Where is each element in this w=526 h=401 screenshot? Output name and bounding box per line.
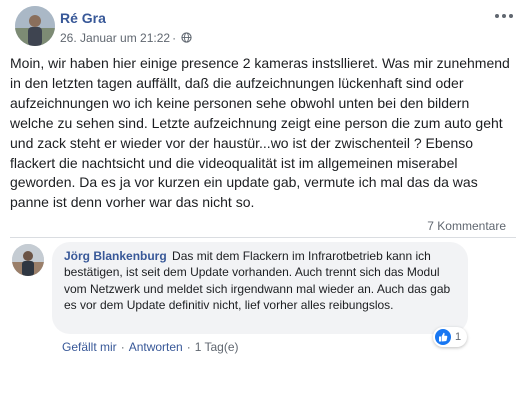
post-text: Moin, wir haben hier einige presence 2 k… <box>10 55 510 211</box>
divider <box>10 237 516 238</box>
post-date[interactable]: 26. Januar um 21:22 <box>60 31 170 45</box>
post-author-name[interactable]: Ré Gra <box>60 10 106 26</box>
comment-count-link[interactable]: 7 Kommentare <box>427 219 506 233</box>
commenter-name[interactable]: Jörg Blankenburg <box>64 249 167 263</box>
post-timestamp[interactable]: 26. Januar um 21:22 · <box>60 31 192 45</box>
like-reaction-icon <box>435 329 451 345</box>
more-options-icon[interactable] <box>493 8 515 24</box>
comment-bubble: Jörg Blankenburg Das mit dem Flackern im… <box>52 242 468 334</box>
post-header: Ré Gra 26. Januar um 21:22 · <box>15 6 515 46</box>
reaction-count: 1 <box>455 331 462 343</box>
date-separator: · <box>172 31 177 45</box>
like-link[interactable]: Gefällt mir <box>62 340 117 354</box>
comment-time[interactable]: 1 Tag(e) <box>195 340 239 354</box>
reaction-count-badge[interactable]: 1 <box>433 327 468 347</box>
reply-link[interactable]: Antworten <box>129 340 183 354</box>
action-separator: · <box>186 340 191 354</box>
globe-icon <box>181 32 192 43</box>
comment-actions: Gefällt mir · Antworten · 1 Tag(e) <box>62 340 239 354</box>
author-avatar[interactable] <box>15 6 55 46</box>
action-separator: · <box>120 340 125 354</box>
commenter-avatar[interactable] <box>12 244 44 276</box>
